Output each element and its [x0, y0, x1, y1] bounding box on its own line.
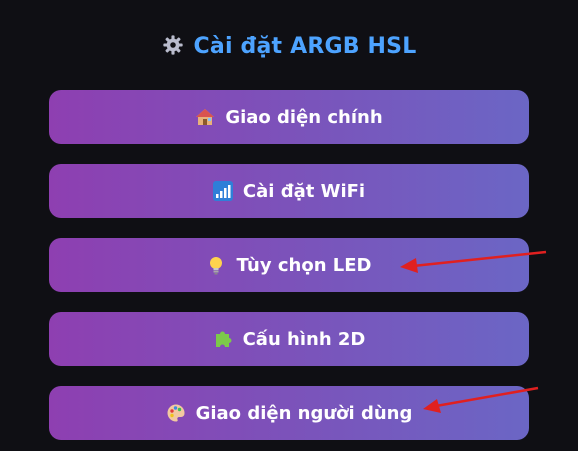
led-options-button[interactable]: Tùy chọn LED: [49, 238, 529, 292]
page-title: Cài đặt ARGB HSL: [0, 34, 578, 59]
main-interface-label: Giao diện chính: [225, 106, 383, 128]
settings-page: Cài đặt ARGB HSL Giao diện chính Cài đặt…: [0, 0, 578, 451]
annotation-arrows: [400, 250, 547, 413]
palette-icon: [167, 404, 185, 422]
config-2d-button[interactable]: Cấu hình 2D: [49, 312, 529, 366]
config-2d-label: Cấu hình 2D: [242, 328, 366, 350]
light-bulb-icon: [210, 257, 223, 275]
page-title-text: Cài đặt ARGB HSL: [193, 34, 417, 59]
main-interface-button[interactable]: Giao diện chính: [49, 90, 529, 144]
user-interface-label: Giao diện người dùng: [195, 402, 413, 424]
wifi-settings-button[interactable]: Cài đặt WiFi: [49, 164, 529, 218]
wifi-settings-label: Cài đặt WiFi: [242, 180, 366, 202]
user-interface-button[interactable]: Giao diện người dùng: [49, 386, 529, 440]
gear-icon: [162, 35, 183, 55]
puzzle-piece-icon: [215, 331, 232, 347]
led-options-label: Tùy chọn LED: [236, 254, 372, 276]
signal-bars-icon: [212, 181, 233, 201]
house-icon: [196, 109, 215, 125]
